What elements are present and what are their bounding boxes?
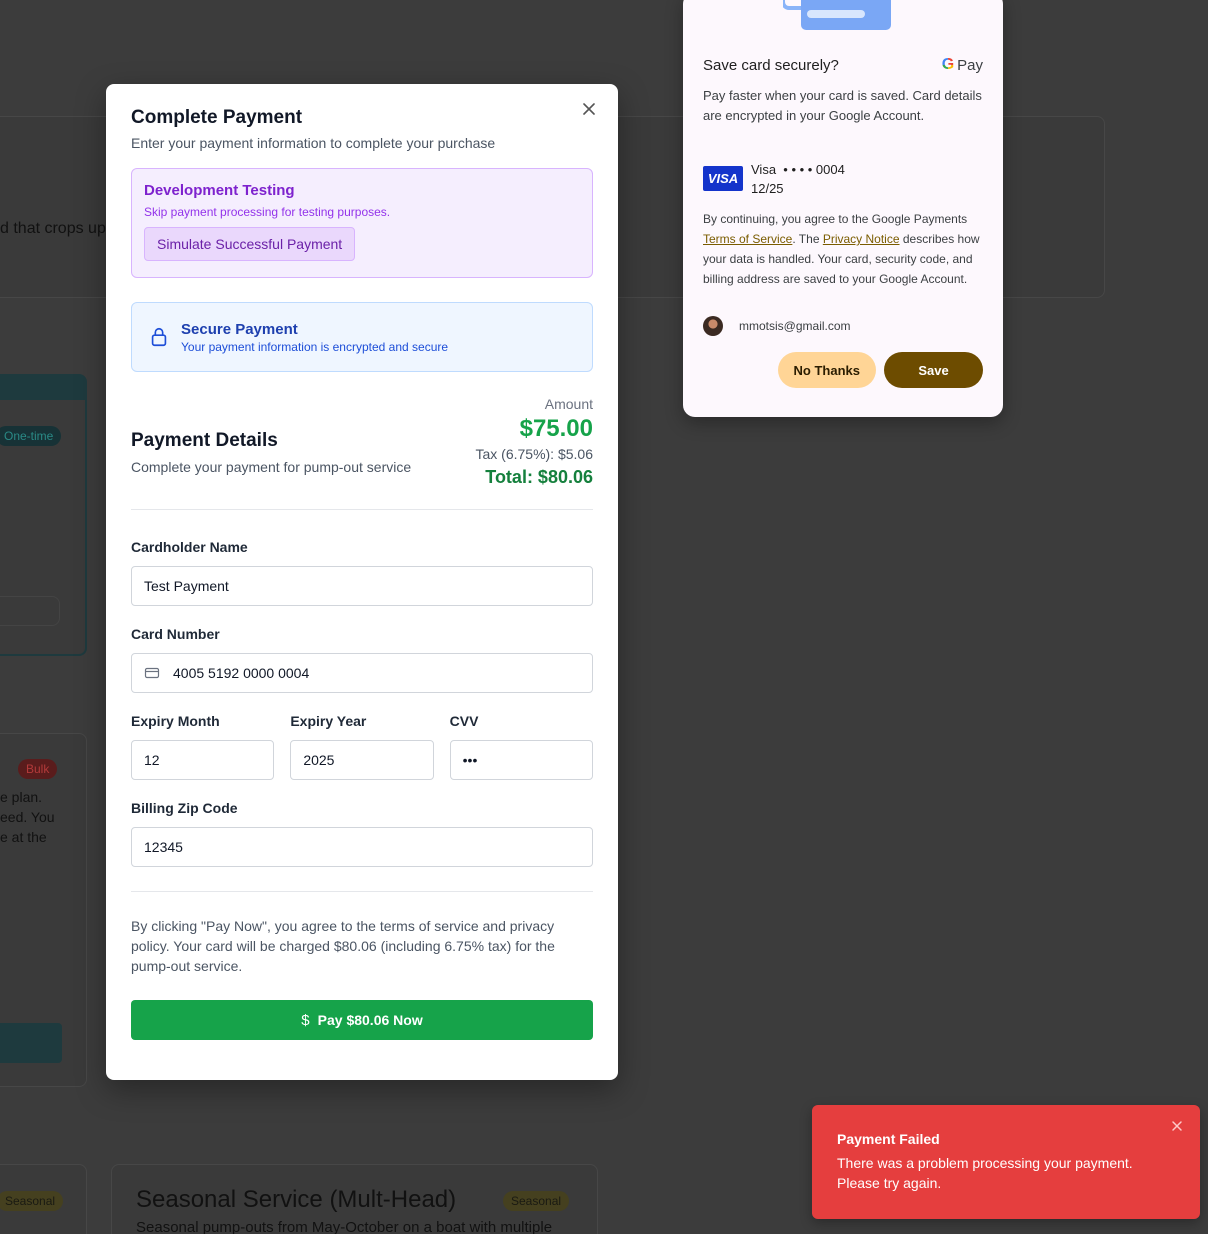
terms-text: By clicking "Pay Now", you agree to the … <box>131 918 555 974</box>
gpay-title: Save card securely? <box>703 56 839 74</box>
google-g-icon: G <box>941 56 955 73</box>
cardholder-group: Cardholder Name Test Payment <box>131 539 593 606</box>
divider <box>131 509 593 510</box>
dev-testing-title: Development Testing <box>144 182 295 199</box>
cvv-input[interactable]: ••• <box>449 740 593 780</box>
cvv-label: CVV <box>449 713 479 729</box>
cardholder-input[interactable]: Test Payment <box>131 566 593 606</box>
privacy-notice-link[interactable]: Privacy Notice <box>823 232 900 246</box>
error-toast: Payment Failed There was a problem proce… <box>812 1105 1200 1219</box>
gpay-actions: No Thanks Save <box>777 352 983 388</box>
card-number-value: 4005 5192 0000 0004 <box>173 665 310 681</box>
dollar-icon: $ <box>301 1011 310 1029</box>
card-expiry: 12/25 <box>751 181 784 196</box>
credit-card-icon <box>144 667 160 679</box>
card-masked-number: Visa • • • • 0004 <box>751 162 845 177</box>
expiry-year-group: Expiry Year 2025 <box>290 713 434 780</box>
total-line: Total: $80.06 <box>485 467 593 487</box>
pay-now-button[interactable]: $ Pay $80.06 Now <box>131 1000 593 1040</box>
payment-details: Payment Details Complete your payment fo… <box>131 396 593 504</box>
terms-of-service-link[interactable]: Terms of Service <box>703 232 792 246</box>
secure-subtitle: Your payment information is encrypted an… <box>181 339 449 354</box>
zip-label: Billing Zip Code <box>131 800 238 816</box>
save-card-button[interactable]: Save <box>884 352 983 388</box>
bg-seasonal-title: Seasonal Service (Mult-Head) <box>136 1186 457 1213</box>
dev-testing-panel: Development Testing Skip payment process… <box>131 168 593 278</box>
cvv-value: ••• <box>462 752 478 768</box>
expiry-cvv-row: Expiry Month 12 Expiry Year 2025 CVV ••• <box>131 713 593 780</box>
google-pay-logo: G Pay <box>942 56 983 74</box>
no-thanks-button[interactable]: No Thanks <box>777 352 876 388</box>
amount-value: $75.00 <box>519 415 593 442</box>
expiry-year-input[interactable]: 2025 <box>290 740 434 780</box>
bg-fragment-line-3: e at the <box>0 829 47 845</box>
visa-icon: VISA <box>703 166 743 191</box>
bg-seasonal-desc: Seasonal pump-outs from May-October on a… <box>136 1219 553 1234</box>
expiry-month-value: 12 <box>144 752 160 768</box>
tax-line: Tax (6.75%): $5.06 <box>475 446 593 462</box>
cardholder-value: Test Payment <box>144 578 229 594</box>
amount-label: Amount <box>544 396 593 412</box>
bg-input-ghost <box>0 596 60 626</box>
expiry-month-input[interactable]: 12 <box>131 740 275 780</box>
simulate-payment-button[interactable]: Simulate Successful Payment <box>144 227 356 261</box>
saved-card-summary: VISA Visa • • • • 0004 12/25 <box>703 162 845 196</box>
account-email: mmotsis@gmail.com <box>739 319 851 333</box>
expiry-month-group: Expiry Month 12 <box>131 713 275 780</box>
cardholder-label: Cardholder Name <box>131 539 248 555</box>
legal-mid: . The <box>792 232 823 246</box>
bg-fragment-line-1: e plan. <box>0 789 43 805</box>
bg-badge-seasonal-left: Seasonal <box>0 1191 64 1211</box>
dev-testing-subtitle: Skip payment processing for testing purp… <box>144 205 391 219</box>
zip-value: 12345 <box>144 839 183 855</box>
zip-group: Billing Zip Code 12345 <box>131 800 593 867</box>
gpay-logo-text: Pay <box>957 56 983 74</box>
avatar <box>703 316 723 336</box>
pay-now-label: Pay $80.06 Now <box>317 1012 423 1028</box>
toast-close-icon[interactable] <box>1170 1119 1184 1133</box>
bg-badge-bulk: Bulk <box>18 759 58 779</box>
gpay-account: mmotsis@gmail.com <box>703 316 851 336</box>
legal-prefix: By continuing, you agree to the Google P… <box>703 212 968 226</box>
payment-details-title: Payment Details <box>131 430 278 451</box>
payment-modal: Complete Payment Enter your payment info… <box>106 84 618 1080</box>
toast-title: Payment Failed <box>837 1131 940 1147</box>
secure-payment-notice: Secure Payment Your payment information … <box>131 302 593 372</box>
modal-subtitle: Enter your payment information to comple… <box>131 135 496 151</box>
gpay-legal-text: By continuing, you agree to the Google P… <box>703 209 985 289</box>
bg-fragment-line-2: eed. You <box>0 809 55 825</box>
gpay-description: Pay faster when your card is saved. Card… <box>703 88 982 123</box>
close-icon[interactable] <box>578 98 600 120</box>
expiry-year-value: 2025 <box>303 752 335 768</box>
bg-badge-onetime: One-time <box>0 426 62 446</box>
divider <box>131 891 593 892</box>
lock-icon <box>151 327 167 347</box>
bg-badge-seasonal-right: Seasonal <box>503 1191 570 1211</box>
card-number-label: Card Number <box>131 626 220 642</box>
card-number-input[interactable]: 4005 5192 0000 0004 <box>131 653 593 693</box>
expiry-year-label: Expiry Year <box>290 713 367 729</box>
modal-title: Complete Payment <box>131 107 303 128</box>
gpay-save-card-dialog: Save card securely? G Pay Pay faster whe… <box>683 0 1003 417</box>
close-icon-glyph <box>583 103 595 115</box>
card-illustration-icon <box>783 0 891 30</box>
expiry-month-label: Expiry Month <box>131 713 220 729</box>
toast-message: There was a problem processing your paym… <box>837 1155 1133 1191</box>
payment-details-subtitle: Complete your payment for pump-out servi… <box>131 459 412 475</box>
bg-button-ghost <box>0 1023 62 1063</box>
zip-input[interactable]: 12345 <box>131 827 593 867</box>
secure-title: Secure Payment <box>181 320 298 338</box>
card-number-group: Card Number 4005 5192 0000 0004 <box>131 626 593 693</box>
bg-fragment-text: d that crops up <box>0 220 106 237</box>
cvv-group: CVV ••• <box>449 713 593 780</box>
